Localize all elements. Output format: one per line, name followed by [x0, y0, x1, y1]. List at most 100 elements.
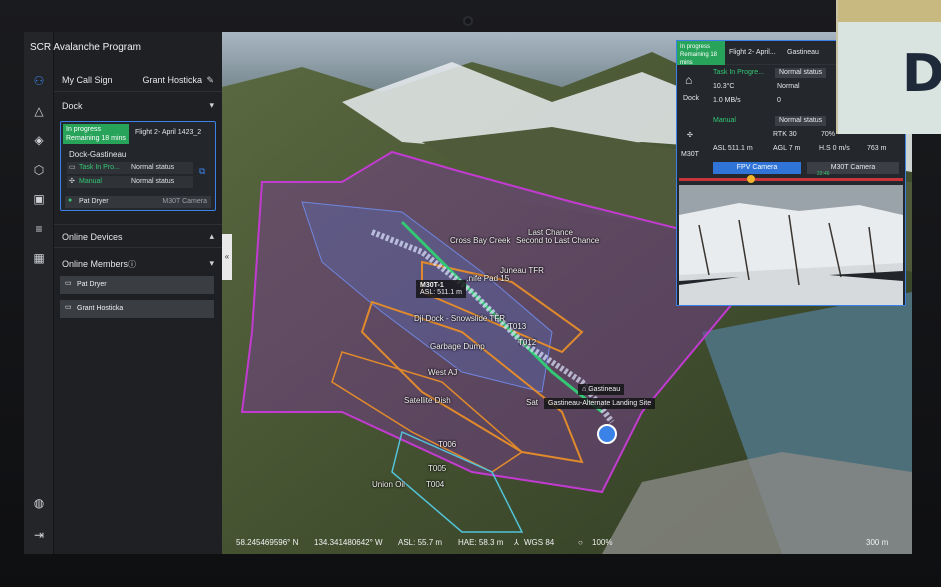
storage: 0 — [777, 97, 781, 104]
fpv-camera-button[interactable]: FPV Camera — [713, 162, 801, 174]
call-sign-label: My Call Sign — [62, 75, 113, 85]
layers-icon[interactable]: ◈ — [32, 133, 46, 147]
monitor-icon: ▭ — [69, 164, 76, 171]
user-icon: ● — [68, 197, 73, 204]
humidity: Normal — [777, 83, 800, 90]
task-status: Normal status — [131, 164, 175, 171]
overlay-status: In progress — [680, 44, 711, 50]
map-label: Sat — [526, 398, 539, 407]
map-label: Dji Dock - Snowslide TFR — [414, 314, 505, 323]
icon-rail: ⚇ △ ◈ ⬡ ▣ ≡ ▦ ◍ ⇥ — [24, 32, 54, 554]
timeline-track[interactable] — [679, 178, 903, 181]
member-name: Pat Dryer — [77, 281, 107, 288]
map-label: Satellite Dish — [404, 396, 451, 405]
camera-feed-image — [679, 185, 903, 305]
pilot-row: ● Pat Dryer M30T Camera — [65, 196, 211, 208]
timeline-time: 22:46 — [817, 171, 830, 177]
landing-site-tooltip: Gastineau-Alternate Landing Site — [544, 398, 656, 409]
map-label: Second to Last Chance — [516, 236, 600, 245]
panel-collapse-button[interactable]: « — [222, 234, 232, 280]
map-label: T006 — [438, 440, 457, 449]
chevron-down-icon[interactable]: ▾ — [209, 100, 214, 111]
compass-icon: ⅄ — [514, 538, 519, 547]
task-status-row: ▭ Task In Pro... Normal status — [67, 162, 193, 174]
map-label: West AJ — [428, 368, 458, 377]
logout-icon[interactable]: ⇥ — [32, 528, 46, 542]
member-item[interactable]: ▭ Grant Hosticka — [60, 300, 214, 318]
call-sign-value: Grant Hosticka — [142, 75, 202, 85]
aircraft-asl: ASL 511.1 m — [713, 145, 753, 152]
warning-icon[interactable]: △ — [32, 104, 46, 118]
calendar-icon[interactable]: ▦ — [32, 251, 46, 265]
sticker-letter: D — [902, 44, 941, 104]
chevron-down-icon[interactable]: ▾ — [209, 258, 214, 269]
dock-location: Gastineau — [588, 386, 621, 393]
map-status-bar: 58.245469596° N 134.341480642° W ASL: 55… — [222, 530, 912, 554]
task-label: Task In Pro... — [79, 164, 120, 171]
map-label: ...nife Pad 15 — [462, 274, 510, 283]
aircraft-mode-status: Normal status — [775, 116, 827, 126]
map-label: T013 — [508, 322, 527, 331]
map-label: Last Chance — [528, 228, 573, 237]
member-name: Grant Hosticka — [77, 305, 124, 312]
status-text: In progress — [66, 126, 102, 133]
horizontal-speed: H.S 0 m/s — [819, 145, 850, 152]
overlay-location: Gastineau — [787, 49, 819, 56]
sticker-band — [838, 0, 941, 22]
info-icon[interactable]: ⓘ — [128, 259, 136, 270]
app-title: SCR Avalanche Program — [30, 42, 141, 53]
dock-section-header[interactable]: Dock ▾ — [54, 94, 222, 118]
map-label: T005 — [428, 464, 447, 473]
mode-status-row: ✣ Manual Normal status — [67, 176, 193, 188]
zoom-level: 100% — [592, 538, 613, 547]
map-label: Cross Bay Creek — [450, 236, 511, 245]
dock-icon: ⌂ — [685, 73, 693, 87]
timeline-handle[interactable] — [747, 175, 755, 183]
remaining-text: Remaining 18 mins — [66, 135, 126, 142]
map-label: T012 — [518, 338, 537, 347]
app-screen: ⚇ △ ◈ ⬡ ▣ ≡ ▦ ◍ ⇥ SCR Avalanche Program … — [24, 32, 912, 554]
drone-icon: ✣ — [687, 132, 693, 139]
dock-section-label: Dock — [62, 101, 83, 111]
temperature: 10.3°C — [713, 83, 735, 90]
datum: WGS 84 — [524, 538, 555, 547]
edit-icon[interactable]: ✎ — [206, 75, 214, 86]
overlay-status-badge: In progress Remaining 18 mins — [677, 41, 725, 66]
aircraft-agl: AGL 7 m — [773, 145, 801, 152]
dock-label: Dock — [683, 95, 699, 102]
online-devices-header[interactable]: Online Devices ▴ — [54, 224, 222, 248]
dock-name: Dock-Gastineau — [69, 150, 127, 159]
dock-task: Task In Progre... — [713, 69, 764, 76]
distance: 763 m — [867, 145, 887, 152]
link-icon[interactable]: ⧉ — [199, 166, 205, 177]
drone-name: M30T-1 — [420, 282, 444, 289]
aircraft-mode: Manual — [713, 117, 736, 124]
team-icon[interactable]: ⚇ — [32, 74, 46, 88]
media-icon[interactable]: ⬡ — [32, 163, 46, 177]
dock-card[interactable]: In progress Remaining 18 mins Flight 2- … — [60, 121, 216, 211]
overlay-remaining: Remaining 18 mins — [680, 52, 718, 66]
aircraft-label: M30T — [681, 151, 699, 158]
globe-icon[interactable]: ◍ — [32, 496, 46, 510]
member-item[interactable]: ▭ Pat Dryer — [60, 276, 214, 294]
call-sign-row: My Call Sign Grant Hosticka ✎ — [54, 68, 222, 92]
map-label: Union Oil — [372, 480, 405, 489]
status-badge: In progress Remaining 18 mins — [63, 124, 129, 144]
mode-status: Normal status — [131, 178, 175, 185]
map-label: T004 — [426, 480, 445, 489]
rtk: RTK 30 — [773, 131, 797, 138]
pilot-name: Pat Dryer — [79, 198, 109, 205]
drone-tooltip: M30T-1 ASL: 511.1 m — [416, 280, 466, 298]
webcam — [463, 16, 473, 26]
online-members-header[interactable]: Online Members ⓘ ▾ — [54, 252, 222, 276]
overlay-flight: Flight 2- April... — [729, 49, 776, 56]
online-devices-label: Online Devices — [62, 232, 123, 242]
task-icon[interactable]: ≡ — [32, 222, 46, 236]
drone-icon: ✣ — [69, 178, 75, 185]
camera-name: M30T Camera — [162, 198, 207, 205]
map-icon[interactable]: ▣ — [32, 192, 46, 206]
drone-asl: ASL: 511.1 m — [420, 289, 462, 296]
asl-readout: ASL: 55.7 m — [398, 538, 443, 547]
mode-label: Manual — [79, 178, 102, 185]
chevron-up-icon[interactable]: ▴ — [209, 231, 214, 242]
